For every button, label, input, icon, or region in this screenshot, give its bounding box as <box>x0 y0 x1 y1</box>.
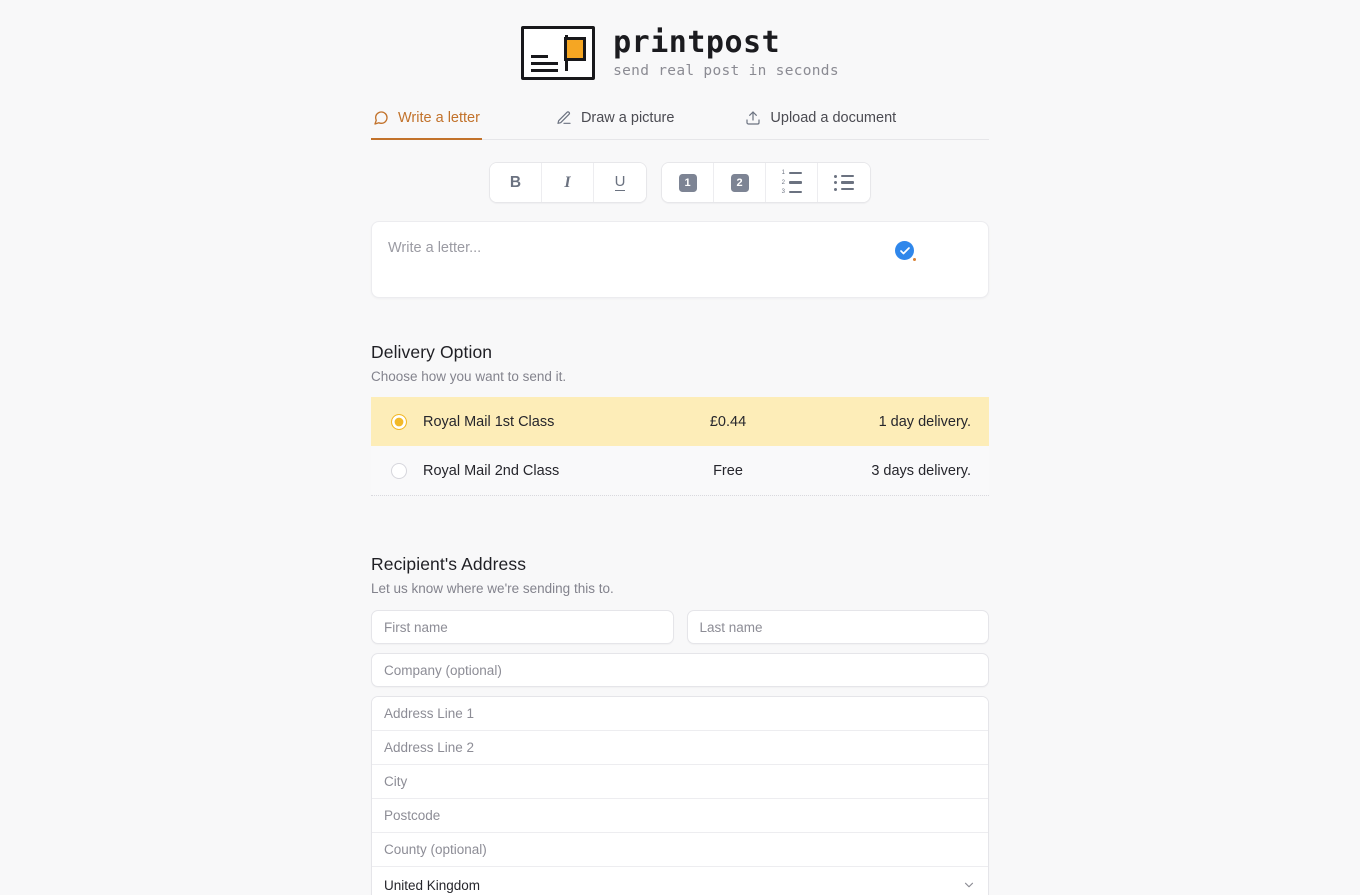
upload-icon <box>745 110 761 126</box>
tab-draw-a-picture[interactable]: Draw a picture <box>554 104 676 139</box>
address-line-2-input[interactable]: Address Line 2 <box>372 731 988 765</box>
delivery-title: Delivery Option <box>371 342 493 362</box>
option-name: Royal Mail 1st Class <box>423 413 555 430</box>
option-price: £0.44 <box>709 413 747 430</box>
ordered-list-button[interactable]: 1 2 3 <box>766 163 818 202</box>
letter-placeholder: Write a letter... <box>388 240 482 256</box>
address-line-1-input[interactable]: Address Line 1 <box>372 697 988 731</box>
recipient-subtitle: Let us know where we're sending this to. <box>371 581 614 596</box>
check-circle-icon <box>895 241 916 261</box>
brand-name: printpost <box>613 24 781 60</box>
delivery-subtitle: Choose how you want to send it. <box>371 369 567 384</box>
tab-write-a-letter[interactable]: Write a letter <box>371 104 482 140</box>
last-name-input[interactable]: Last name <box>686 610 989 644</box>
option-eta: 1 day delivery. <box>878 413 971 430</box>
pencil-icon <box>556 110 572 126</box>
bold-button[interactable]: B <box>490 163 542 202</box>
address-fields-stack: Address Line 1 Address Line 2 City Postc… <box>371 696 989 895</box>
bullet-list-button[interactable] <box>818 163 870 202</box>
underline-icon: U <box>614 172 626 192</box>
tab-gap <box>482 104 554 139</box>
block-style-group: 1 2 1 2 3 <box>661 162 871 203</box>
city-input[interactable]: City <box>372 765 988 799</box>
ordered-list-icon: 1 2 3 <box>781 170 802 195</box>
option-price: Free <box>713 462 743 479</box>
county-input[interactable]: County (optional) <box>372 833 988 867</box>
envelope-stamp-icon <box>521 26 596 80</box>
bold-icon: B <box>509 173 522 191</box>
heading-1-button[interactable]: 1 <box>662 163 714 202</box>
tab-upload-a-document[interactable]: Upload a document <box>743 104 898 139</box>
name-fields-row: First name Last name <box>371 610 989 644</box>
country-select[interactable]: United Kingdom <box>372 867 988 895</box>
brand-tagline: send real post in seconds <box>613 63 839 80</box>
tab-label: Draw a picture <box>580 109 675 126</box>
bullet-list-icon <box>834 174 854 191</box>
brand-logo: printpost send real post in seconds <box>521 26 839 80</box>
delivery-option-royal-mail-1st-class[interactable]: Royal Mail 1st Class £0.44 1 day deliver… <box>371 397 989 446</box>
text-style-group: B I U <box>489 162 647 203</box>
radio-unselected-icon[interactable] <box>391 462 407 479</box>
first-name-input[interactable]: First name <box>371 610 674 644</box>
italic-icon: I <box>564 173 571 191</box>
italic-button[interactable]: I <box>542 163 594 202</box>
heading-one-icon: 1 <box>678 173 697 192</box>
heading-two-icon: 2 <box>730 173 749 192</box>
delivery-option-royal-mail-2nd-class[interactable]: Royal Mail 2nd Class Free 3 days deliver… <box>371 446 989 495</box>
delivery-option-section: Delivery Option Choose how you want to s… <box>371 342 989 496</box>
tab-label: Write a letter <box>398 109 480 126</box>
letter-editor[interactable]: Write a letter... <box>371 221 989 298</box>
recipient-title: Recipient's Address <box>371 554 527 574</box>
company-input[interactable]: Company (optional) <box>371 653 989 687</box>
recipient-address-section: Recipient's Address Let us know where we… <box>371 554 989 895</box>
printpost-page: printpost send real post in seconds Writ… <box>0 0 1360 895</box>
underline-button[interactable]: U <box>594 163 646 202</box>
message-square-icon <box>373 110 389 126</box>
postcode-input[interactable]: Postcode <box>372 799 988 833</box>
country-selected-value: United Kingdom <box>384 877 481 893</box>
tab-label: Upload a document <box>770 109 897 126</box>
chevron-down-icon <box>962 878 976 892</box>
delivery-options-list: Royal Mail 1st Class £0.44 1 day deliver… <box>371 397 989 496</box>
radio-selected-icon[interactable] <box>391 413 407 430</box>
editor-toolbar: B I U 1 2 1 2 3 <box>0 162 1360 203</box>
brand-text: printpost send real post in seconds <box>613 27 839 80</box>
option-eta: 3 days delivery. <box>871 462 971 479</box>
option-name: Royal Mail 2nd Class <box>423 462 560 479</box>
mode-tabs: Write a letter Draw a picture Upload a d… <box>371 104 989 140</box>
tab-gap <box>676 104 743 139</box>
heading-2-button[interactable]: 2 <box>714 163 766 202</box>
app-header: printpost send real post in seconds <box>0 0 1360 80</box>
